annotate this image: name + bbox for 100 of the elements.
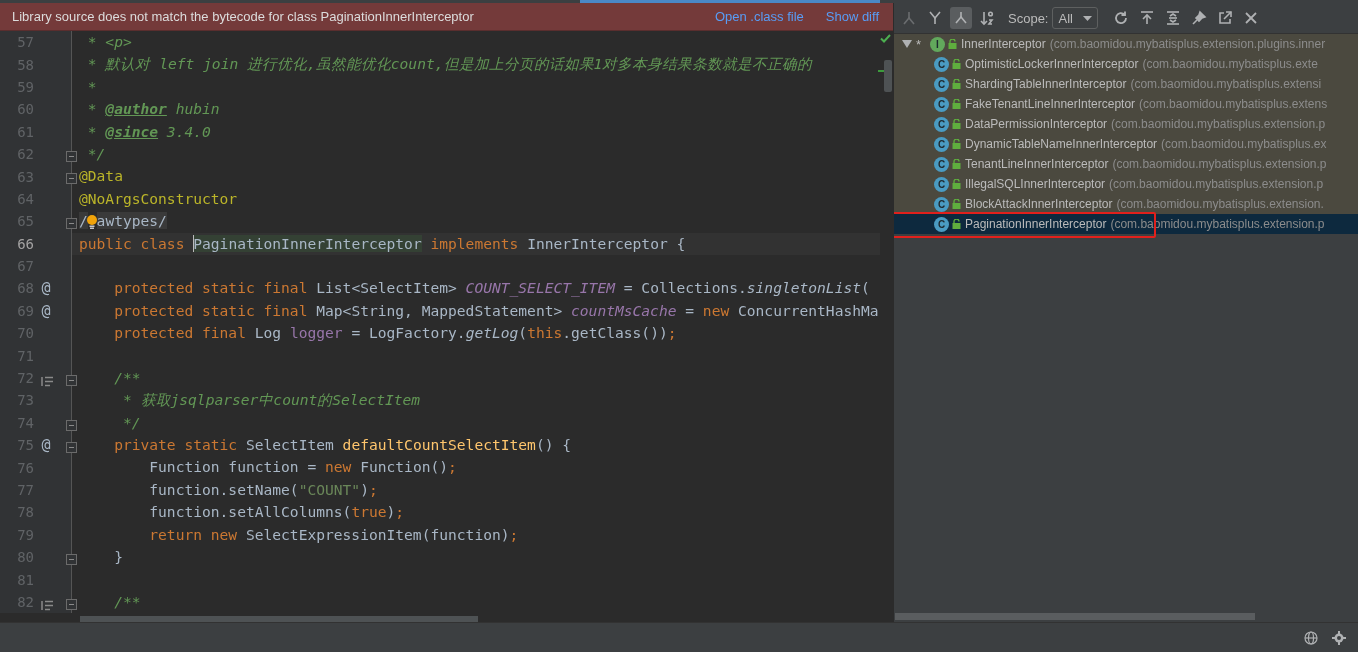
code-line: private static SelectItem defaultCountSelectItem() { xyxy=(113,435,572,456)
code-line: return new SelectExpressionItem(function); xyxy=(148,524,519,545)
class-name: BlockAttackInnerInterceptor xyxy=(965,197,1113,211)
code-line: */ xyxy=(86,143,106,164)
class-icon: C xyxy=(934,196,949,212)
override-marker[interactable]: @ xyxy=(34,279,58,298)
code-line: */ xyxy=(121,412,141,433)
override-marker[interactable]: @ xyxy=(34,301,58,320)
reader-mode-icon[interactable] xyxy=(41,599,54,611)
fold-icon[interactable] xyxy=(66,554,77,565)
banner-message: Library source does not match the bytecode for class PaginationInnerInterceptor xyxy=(12,9,475,24)
class-name: DynamicTableNameInnerInterceptor xyxy=(965,137,1158,151)
check-icon[interactable] xyxy=(880,34,891,43)
code-line: /** xyxy=(113,591,141,612)
dropdown-caret-icon xyxy=(1083,15,1093,21)
scope-dropdown[interactable]: All xyxy=(1052,7,1099,29)
tree-item[interactable]: C TenantLineInnerInterceptor (com.baomidou.mybatisplus.extension.p xyxy=(894,154,1358,174)
code-line: * <p> xyxy=(86,32,132,52)
tree-item[interactable]: C BlockAttackInnerInterceptor (com.baomidou.mybatisplus.extension. xyxy=(894,194,1358,214)
package-name: (com.baomidou.mybatisplus.extension.plugins.inner xyxy=(1049,37,1326,51)
package-name: (com.baomidou.mybatisplus.extensi xyxy=(1130,77,1322,91)
tree-item[interactable]: * I InnerInterceptor (com.baomidou.mybatisplus.extension.plugins.inner xyxy=(894,34,1358,54)
scope-label: Scope: xyxy=(1008,10,1049,26)
class-icon: C xyxy=(934,136,949,152)
code-line: * xyxy=(86,76,97,97)
code-line: public class PaginationInnerInterceptor implements InnerInterceptor { xyxy=(78,233,686,254)
code-line: * 默认对 left join 进行优化,虽然能优化count,但是加上分页的话如果1对多本身结果条数就是不正确的 xyxy=(86,54,813,75)
scrollbar-thumb[interactable] xyxy=(895,613,1255,620)
tree-item[interactable]: C ShardingTableInnerInterceptor (com.baomidou.mybatisplus.extensi xyxy=(894,74,1358,94)
code-line: /** xyxy=(113,367,141,388)
fold-icon[interactable] xyxy=(66,150,77,162)
code-line: @NoArgsConstructor xyxy=(78,188,238,209)
class-name: DataPermissionInterceptor xyxy=(965,117,1108,131)
class-name: InnerInterceptor xyxy=(961,37,1046,51)
class-icon: C xyxy=(934,116,949,132)
toolbar-button[interactable] xyxy=(950,7,972,29)
lock-icon xyxy=(952,119,961,129)
interface-icon: I xyxy=(930,36,945,52)
subtypes-icon xyxy=(901,10,917,26)
package-name: (com.baomidou.mybatisplus.exte xyxy=(1142,57,1318,71)
open-window-icon xyxy=(1217,10,1234,26)
globe-icon[interactable] xyxy=(1304,630,1318,645)
tree-item[interactable]: C DataPermissionInterceptor (com.baomidou.mybatisplus.extension.p xyxy=(894,114,1358,134)
fold-icon[interactable] xyxy=(66,173,77,185)
class-name: TenantLineInnerInterceptor xyxy=(965,157,1109,171)
banner-link[interactable]: Show diff xyxy=(825,9,879,24)
class-name: IllegalSQLInnerInterceptor xyxy=(965,177,1106,191)
fold-icon[interactable] xyxy=(66,442,77,454)
sort-icon xyxy=(979,10,995,26)
package-name: (com.baomidou.mybatisplus.extension.p xyxy=(1111,117,1326,131)
package-name: (com.baomidou.mybatisplus.extension.p xyxy=(1109,177,1324,191)
fold-icon[interactable] xyxy=(66,374,77,386)
package-name: (com.baomidou.mybatisplus.extension.p xyxy=(1112,157,1327,171)
code-line: protected static final List<SelectItem> COUNT_SELECT_ITEM = Collections.singletonList( xyxy=(113,278,870,299)
lock-icon xyxy=(952,59,961,69)
pin-icon xyxy=(1191,10,1208,26)
fold-icon[interactable] xyxy=(66,218,77,230)
supertypes-icon xyxy=(927,10,943,26)
code-line: @Data xyxy=(78,166,123,187)
tree-item[interactable]: C FakeTenantLineInnerInterceptor (com.baomidou.mybatisplus.extens xyxy=(894,94,1358,114)
banner-link[interactable]: Open .class file xyxy=(714,9,804,24)
lock-icon xyxy=(952,219,961,229)
tree-item[interactable]: C OptimisticLockerInnerInterceptor (com.baomidou.mybatisplus.exte xyxy=(894,54,1358,74)
fold-icon[interactable] xyxy=(66,598,77,610)
class-icon: C xyxy=(934,76,949,92)
close-icon xyxy=(1243,10,1260,26)
expand-all-icon xyxy=(1165,10,1182,26)
class-name: ShardingTableInnerInterceptor xyxy=(965,77,1127,91)
lock-icon xyxy=(952,139,961,149)
package-name: (com.baomidou.mybatisplus.extens xyxy=(1139,97,1328,111)
class-name: PaginationInnerInterceptor xyxy=(965,217,1107,231)
scrollbar-thumb[interactable] xyxy=(884,60,892,92)
code-line: Function function = new Function(); xyxy=(148,457,457,478)
code-line: protected static final Map<String, MappedStatement> countMsCache = new ConcurrentHashMa xyxy=(113,300,879,321)
refresh-icon xyxy=(1113,10,1130,26)
code-line: * @since 3.4.0 xyxy=(86,121,211,142)
package-name: (com.baomidou.mybatisplus.ex xyxy=(1161,137,1327,151)
line-number: 66 xyxy=(16,235,34,252)
reader-mode-icon[interactable] xyxy=(41,375,54,387)
class-icon: C xyxy=(934,176,949,192)
class-icon: C xyxy=(934,56,949,72)
lightbulb-icon[interactable] xyxy=(86,214,98,230)
package-name: (com.baomidou.mybatisplus.extension. xyxy=(1116,197,1324,211)
class-icon: C xyxy=(934,96,949,112)
gear-icon[interactable] xyxy=(1332,630,1346,645)
lock-icon xyxy=(948,39,957,49)
scrollbar-thumb[interactable] xyxy=(80,616,478,622)
tree-item[interactable]: C IllegalSQLInnerInterceptor (com.baomidou.mybatisplus.extension.p xyxy=(894,174,1358,194)
code-line: * 获取jsqlparser中count的SelectItem xyxy=(121,390,421,411)
fold-icon[interactable] xyxy=(66,419,77,431)
tree-item[interactable]: C DynamicTableNameInnerInterceptor (com.baomidou.mybatisplus.ex xyxy=(894,134,1358,154)
code-line: * @author hubin xyxy=(86,99,220,120)
code-line: } xyxy=(113,547,123,567)
class-name: OptimisticLockerInnerInterceptor xyxy=(965,57,1139,71)
hierarchy-icon xyxy=(953,10,969,26)
class-icon: C xyxy=(934,216,949,232)
code-line: function.setName("COUNT"); xyxy=(148,479,378,500)
override-marker[interactable]: @ xyxy=(34,436,58,455)
collapse-arrow-icon[interactable] xyxy=(902,39,912,49)
lock-icon xyxy=(952,99,961,109)
